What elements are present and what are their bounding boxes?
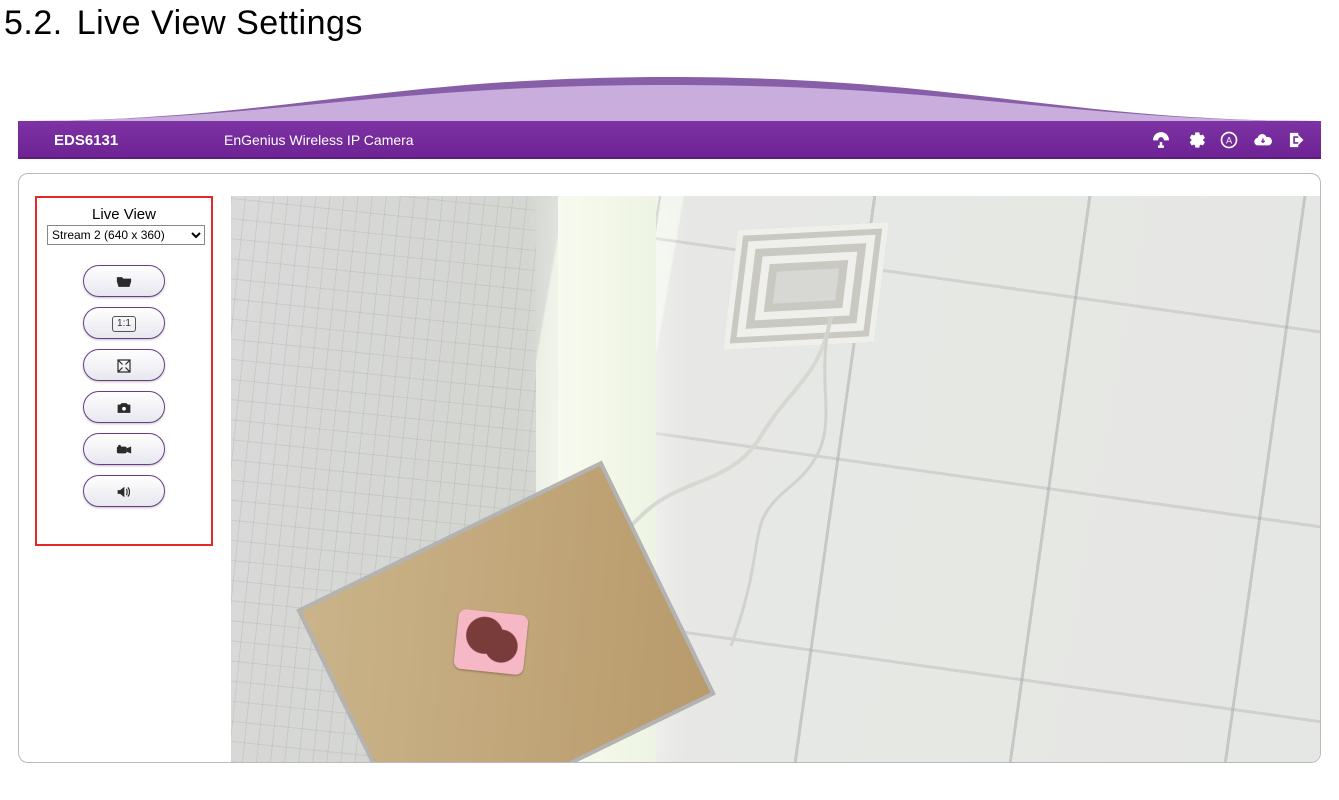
- fullscreen-button[interactable]: [83, 349, 165, 381]
- header-bar: EDS6131 EnGenius Wireless IP Camera A: [18, 121, 1321, 159]
- video-bg-ceiling-vent: [723, 222, 889, 350]
- camera-web-ui: EDS6131 EnGenius Wireless IP Camera A: [18, 73, 1321, 763]
- video-bg-sticker: [453, 609, 529, 676]
- section-number: 5.2.: [4, 4, 63, 42]
- auto-mode-icon[interactable]: A: [1219, 130, 1239, 150]
- model-label: EDS6131: [54, 132, 224, 149]
- actual-size-button[interactable]: 1:1: [83, 307, 165, 339]
- audio-button[interactable]: [83, 475, 165, 507]
- live-video-viewport[interactable]: [231, 196, 1320, 762]
- live-view-controls: Live View Stream 2 (640 x 360) 1:1: [35, 196, 213, 546]
- open-folder-button[interactable]: [83, 265, 165, 297]
- logout-icon[interactable]: [1287, 130, 1307, 150]
- stream-select[interactable]: Stream 2 (640 x 360): [47, 225, 205, 245]
- content-panel: Live View Stream 2 (640 x 360) 1:1: [18, 173, 1321, 763]
- record-button[interactable]: [83, 433, 165, 465]
- cloud-download-icon[interactable]: [1253, 130, 1273, 150]
- product-name: EnGenius Wireless IP Camera: [224, 132, 414, 148]
- snapshot-button[interactable]: [83, 391, 165, 423]
- section-title: Live View Settings: [77, 4, 363, 42]
- camera-icon[interactable]: [1151, 130, 1171, 150]
- section-heading: 5.2. Live View Settings: [4, 4, 1339, 43]
- gear-icon[interactable]: [1185, 130, 1205, 150]
- header-swoosh: [18, 73, 1321, 121]
- svg-text:A: A: [1226, 135, 1233, 145]
- ratio-1-1-icon: 1:1: [112, 316, 136, 332]
- live-view-title: Live View: [47, 206, 201, 223]
